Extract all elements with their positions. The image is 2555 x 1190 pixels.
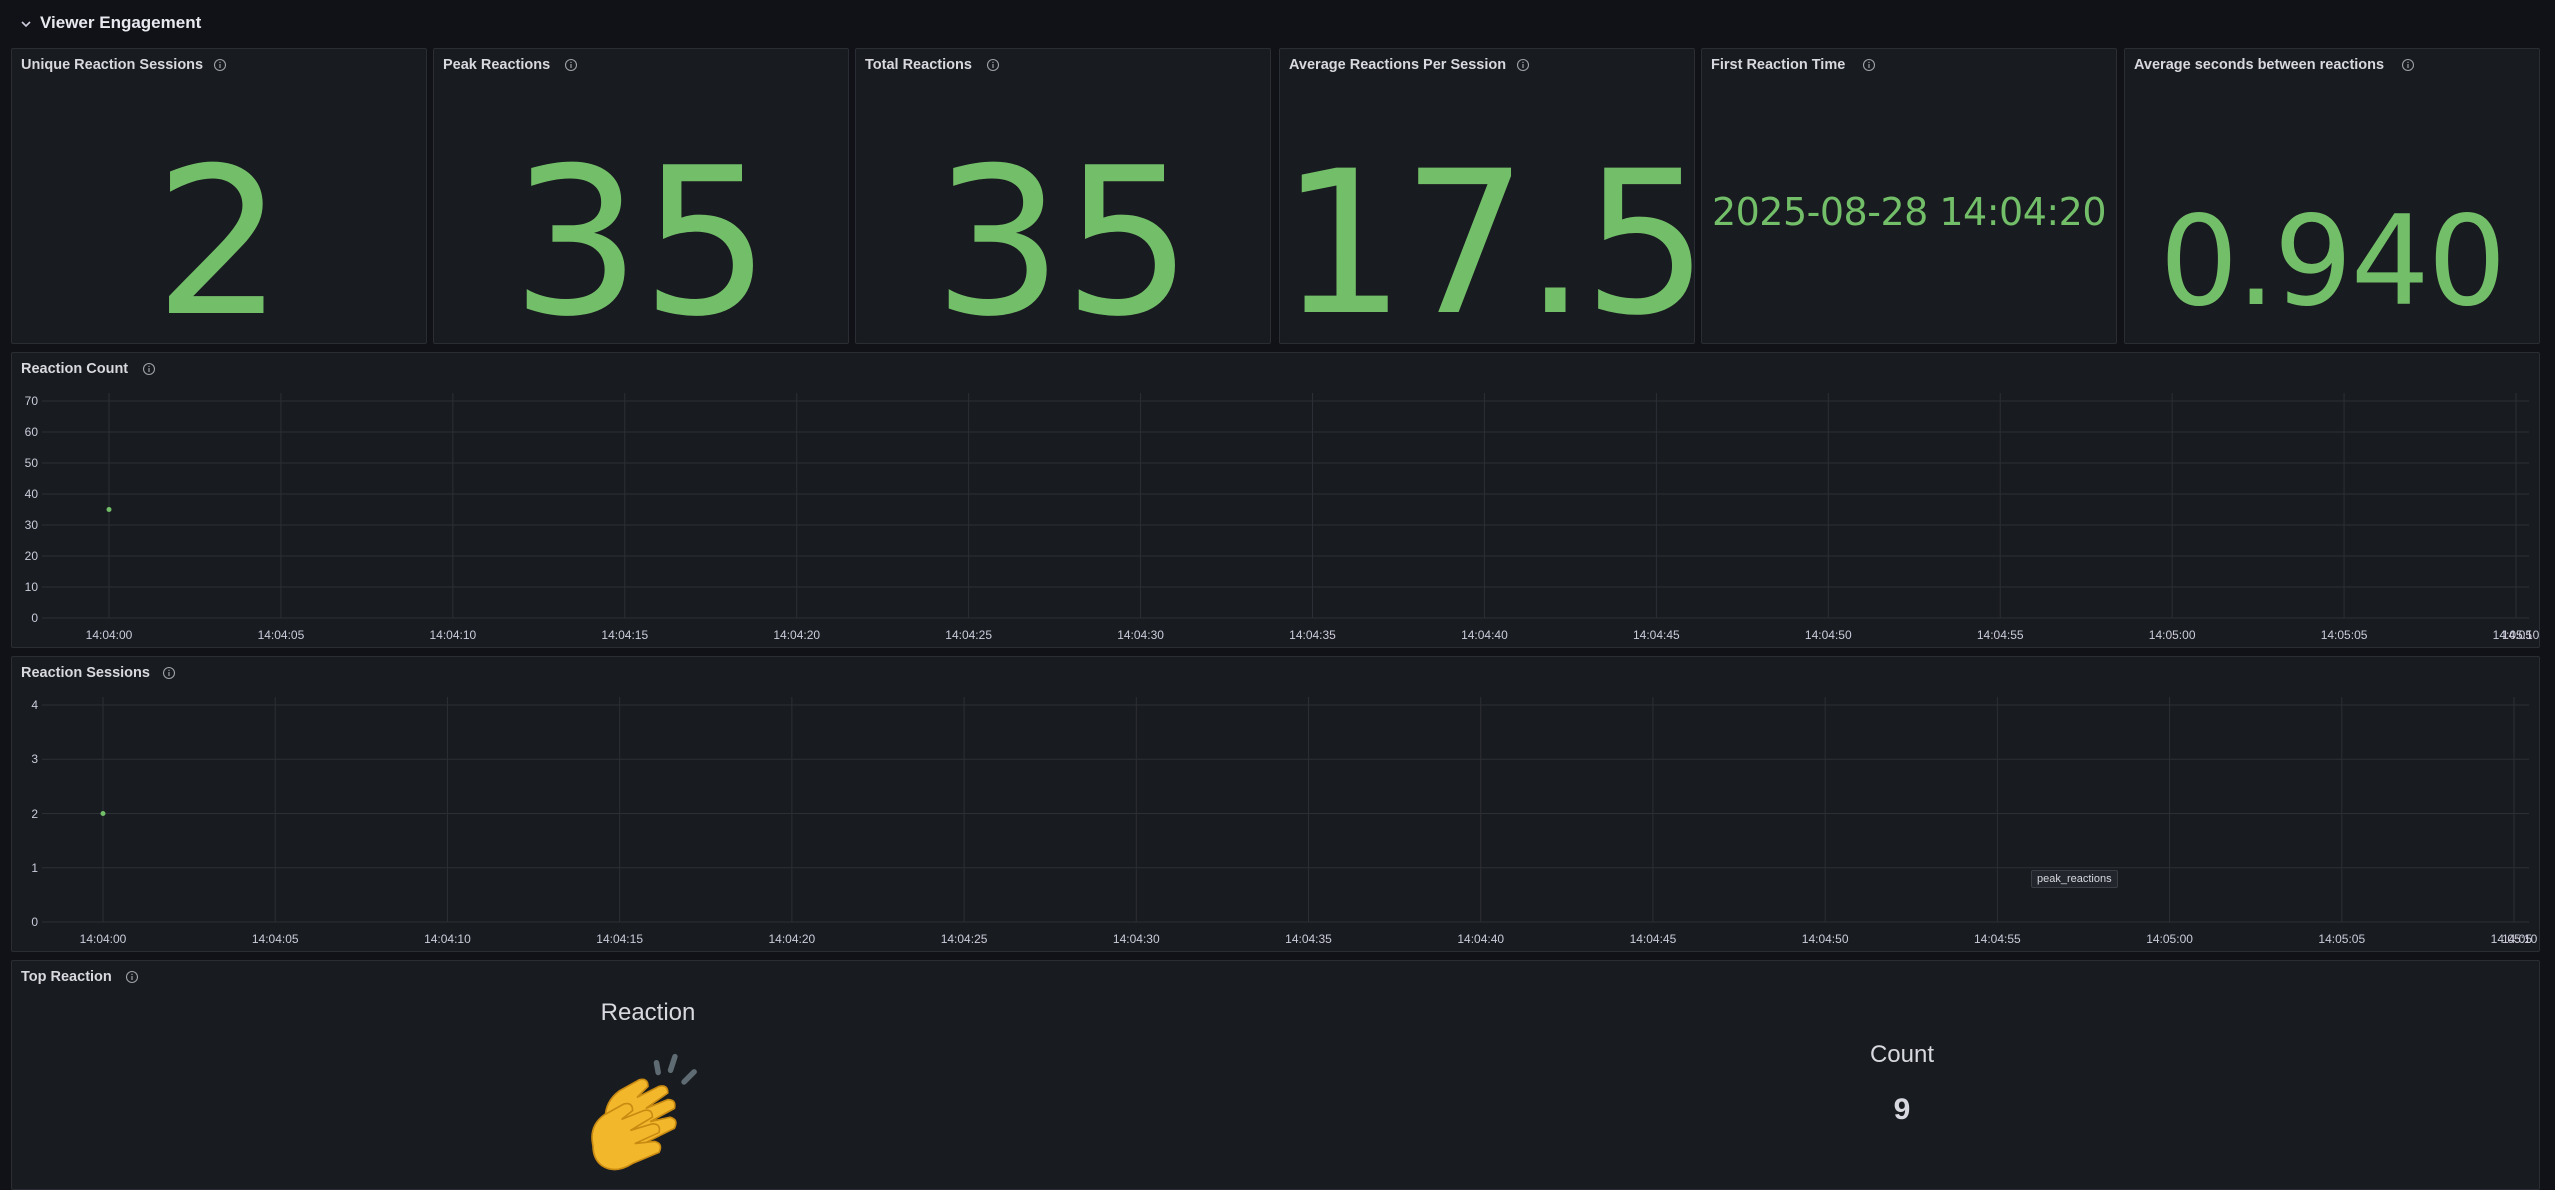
y-tick-label: 50	[24, 456, 38, 470]
x-tick-label: 14:04:25	[945, 628, 992, 642]
x-tick-label: 14:05:05	[2320, 628, 2368, 642]
x-tick-label: 14:04:50	[1801, 932, 1849, 946]
panel-title: Average seconds between reactions	[2134, 57, 2385, 73]
x-tick-label: 14:05:00	[2148, 628, 2196, 642]
x-tick-label: 14:04:35	[1289, 628, 1336, 642]
y-tick-label: 10	[24, 580, 38, 594]
stat-value: 0.940	[2159, 190, 2507, 334]
x-tick-label: 14:04:10	[424, 932, 471, 946]
info-icon[interactable]	[125, 970, 139, 984]
chart-reaction-sessions[interactable]: 4 3 2 1 0 14:04:00 14:04:05 14:04:10 14:04:15 14:…	[12, 657, 2539, 951]
chart-panel-reaction-count: Reaction Count 70 60 50 40 30 20 10 0 14:04:00 14…	[11, 352, 2540, 648]
x-tick-label: 14:04:45	[1629, 932, 1677, 946]
row-title: Viewer Engagement	[40, 13, 202, 32]
info-icon[interactable]	[564, 58, 578, 72]
stat-value: 35	[933, 125, 1193, 344]
x-tick-label: 14:04:00	[79, 932, 127, 946]
y-tick-label: 40	[24, 487, 38, 501]
count-value: 9	[1893, 1093, 1911, 1126]
stat-value: 17.5	[1280, 128, 1695, 344]
series-tooltip: peak_reactions	[2031, 870, 2118, 888]
chart-svg	[42, 697, 2529, 923]
panel-title: Total Reactions	[865, 57, 972, 73]
x-tick-label: 14:04:20	[773, 628, 821, 642]
y-tick-label: 20	[24, 549, 38, 563]
x-tick-label: 14:04:50	[1804, 628, 1852, 642]
x-tick-label: 14:04:25	[940, 932, 988, 946]
panel-title: Average Reactions Per Session	[1289, 57, 1507, 73]
x-tick-label: 14:04:15	[596, 932, 643, 946]
y-tick-label: 2	[31, 806, 38, 821]
row-header-viewer-engagement[interactable]: Viewer Engagement	[0, 0, 2555, 48]
x-tick-label: 14:04:35	[1285, 932, 1332, 946]
x-tick-label: 14:04:05	[257, 628, 305, 642]
chart-reaction-count[interactable]: 70 60 50 40 30 20 10 0 14:04:00 14:04:05 14:04:10 1…	[12, 353, 2539, 647]
x-tick-label: 14:04:30	[1117, 628, 1164, 642]
y-tick-label: 3	[31, 752, 38, 767]
column-header-reaction: Reaction	[600, 999, 696, 1026]
chart-svg	[42, 393, 2529, 619]
stat-value: 2	[154, 125, 284, 344]
x-tick-label: 14:04:40	[1461, 628, 1508, 642]
y-tick-label: 70	[24, 394, 38, 408]
x-tick-label: 14:05	[2501, 628, 2533, 642]
x-tick-label: 14:04:30	[1112, 932, 1160, 946]
info-icon[interactable]	[1862, 58, 1876, 72]
stat-panel-total-reactions: Total Reactions 35	[855, 48, 1271, 344]
stat-panel-first-reaction-time: First Reaction Time 2025-08-28 14:04:20	[1701, 48, 2117, 344]
chevron-down-icon[interactable]	[18, 16, 34, 32]
x-tick-label: 14:04:10	[429, 628, 477, 642]
table-panel-top-reaction: Top Reaction Reaction Count 9	[11, 960, 2540, 1190]
x-tick-label: 14:04:05	[251, 932, 299, 946]
x-tick-label: 14:04:40	[1457, 932, 1505, 946]
stat-value: 2025-08-28 14:04:20	[1711, 190, 2107, 234]
data-point[interactable]	[106, 507, 112, 512]
x-tick-label: 14:04:55	[1976, 628, 2024, 642]
info-icon[interactable]	[986, 58, 1000, 72]
x-tick-label: 14:04:15	[601, 628, 649, 642]
stat-panel-unique-reaction-sessions: Unique Reaction Sessions 2	[11, 48, 427, 344]
info-icon[interactable]	[213, 58, 227, 72]
stat-panel-peak-reactions: Peak Reactions 35	[433, 48, 849, 344]
clapping-hands-icon	[591, 1053, 697, 1171]
panel-title: Top Reaction	[21, 969, 112, 985]
x-tick-label: 14:04:20	[768, 932, 816, 946]
panel-title: First Reaction Time	[1711, 57, 1846, 73]
y-tick-label: 4	[31, 698, 38, 712]
y-tick-label: 30	[24, 518, 38, 532]
x-tick-label: 14:04:00	[85, 628, 133, 642]
x-tick-label: 14:05:00	[2146, 932, 2193, 946]
stat-value: 35	[511, 125, 771, 344]
panel-title: Unique Reaction Sessions	[21, 57, 204, 73]
stat-panel-average-seconds-between-reactions: Average seconds between reactions 0.940	[2124, 48, 2540, 344]
x-tick-label: 14:05	[2501, 932, 2533, 946]
info-icon[interactable]	[2401, 58, 2415, 72]
x-tick-label: 14:05:05	[2318, 932, 2366, 946]
info-icon[interactable]	[1516, 58, 1530, 72]
y-tick-label: 60	[24, 425, 38, 439]
panel-title: Peak Reactions	[443, 57, 551, 73]
y-tick-label: 0	[31, 611, 38, 625]
data-point[interactable]	[100, 811, 106, 816]
x-tick-label: 14:04:45	[1632, 628, 1680, 642]
y-tick-label: 1	[31, 860, 38, 875]
x-tick-label: 14:04:55	[1973, 932, 2021, 946]
chart-panel-reaction-sessions: Reaction Sessions 4 3 2 1 0 14:04:00 14:04:05 1…	[11, 656, 2540, 952]
y-tick-label: 0	[31, 915, 38, 929]
column-header-count: Count	[1869, 1041, 1935, 1068]
stat-panel-average-reactions-per-session: Average Reactions Per Session 17.5	[1279, 48, 1695, 344]
